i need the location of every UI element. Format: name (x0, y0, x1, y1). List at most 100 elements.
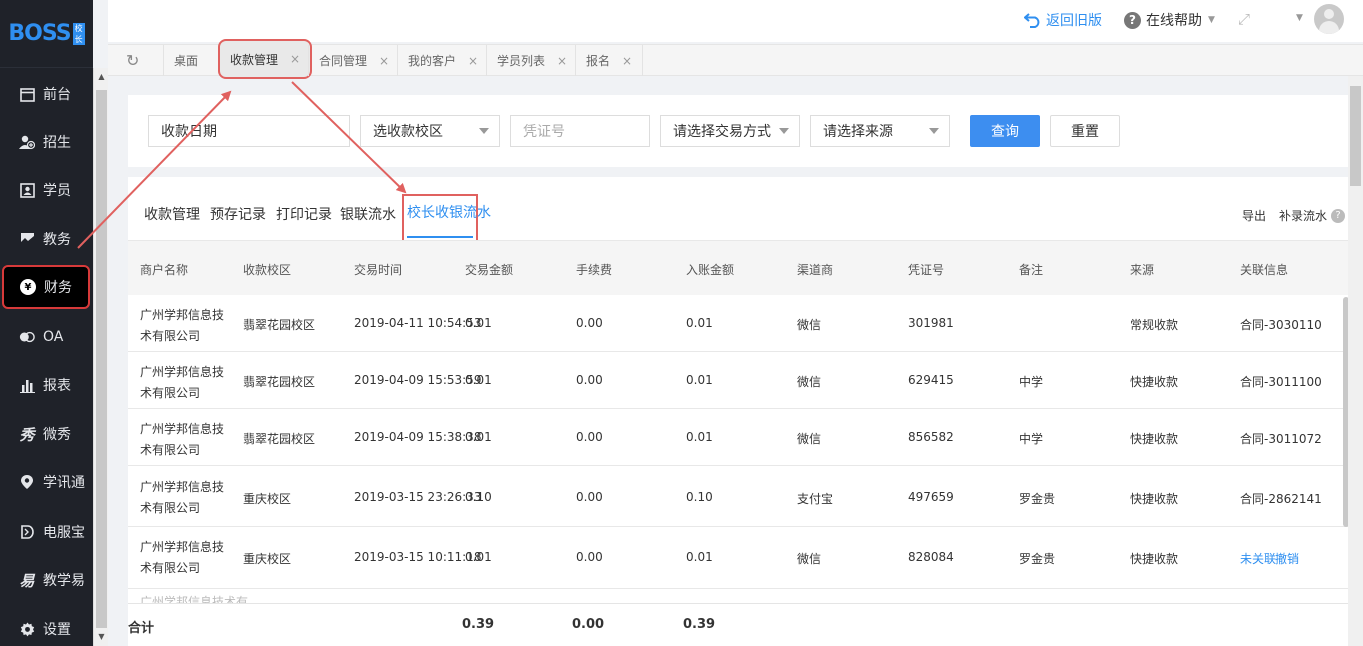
scroll-thumb[interactable] (1350, 86, 1361, 186)
scroll-up-icon[interactable]: ▲ (94, 70, 109, 84)
cell-source: 常规收款 (1130, 318, 1179, 332)
cell-note: 罗金贵 (1019, 492, 1056, 506)
logo-text: BOSS (8, 21, 71, 46)
tab-desktop[interactable]: 桌面 (163, 45, 208, 76)
tab-my-customers[interactable]: 我的客户 × (397, 45, 488, 76)
question-icon: ? (1331, 208, 1346, 223)
table-row[interactable]: 广州学邦信息技术有限公司 翡翠花园校区 2019-04-11 10:54:53 … (128, 295, 1348, 352)
subtab-prepaid-records[interactable]: 预存记录 (210, 204, 266, 224)
sidebar-item-reports[interactable]: 报表 (0, 363, 93, 407)
active-tab-underline (407, 236, 473, 238)
page-scrollbar[interactable] (1348, 76, 1363, 646)
export-button[interactable]: 导出 (1242, 207, 1266, 224)
unlinked-link[interactable]: 未关联 (1240, 550, 1276, 567)
sidebar-item-academic[interactable]: 教务 (0, 217, 93, 261)
sidebar-item-recruit[interactable]: 招生 (0, 120, 93, 164)
campus-select[interactable]: 选收款校区 (360, 115, 500, 147)
back-to-old-version-link[interactable]: 返回旧版 (1024, 10, 1102, 30)
refresh-icon[interactable]: ↻ (126, 51, 139, 70)
sidebar-item-finance[interactable]: ¥ 财务 (2, 265, 90, 309)
close-icon[interactable]: × (468, 54, 478, 68)
id-card-icon (19, 182, 35, 198)
sidebar-item-label: 学讯通 (43, 475, 85, 491)
sidebar-item-jiaoxueyi[interactable]: 易 教学易 (0, 558, 93, 602)
revoke-link[interactable]: 撤销 (1275, 550, 1299, 567)
cell-amount: 0.01 (465, 550, 492, 564)
column-header: 关联信息 (1240, 263, 1289, 277)
cell-voucher: 856582 (908, 430, 954, 444)
scroll-thumb[interactable] (96, 90, 107, 628)
chevron-down-icon (479, 128, 489, 134)
chevron-down-icon[interactable]: ▼ (1296, 13, 1303, 23)
sidebar-item-weixiu[interactable]: 秀 微秀 (0, 412, 93, 456)
tab-payment-management[interactable]: 收款管理 × (218, 39, 313, 79)
sidebar-scrollbar[interactable]: ▲ ▼ (93, 68, 108, 646)
supplement-flow-button[interactable]: 补录流水? (1279, 207, 1346, 224)
tab-contract-management[interactable]: 合同管理 × (308, 45, 399, 76)
table-header: 商户名称 收款校区 交易时间 交易金额 手续费 入账金额 渠道商 凭证号 备注 … (128, 240, 1348, 295)
filter-panel: 收款日期 选收款校区 凭证号 请选择交易方式 请选择来源 查询 重置 (128, 95, 1355, 167)
table-row[interactable]: 广州学邦信息技术有限公司 翡翠花园校区 2019-04-09 15:53:59 … (128, 352, 1348, 409)
page-tabs-bar: ↻ 桌面 收款管理 × 合同管理 × 我的客户 × 学员列表 × 报名 × (108, 39, 1363, 79)
subtab-payment-management[interactable]: 收款管理 (144, 204, 200, 224)
online-help-dropdown[interactable]: ? 在线帮助 ▼ (1124, 10, 1215, 30)
cell-fee: 0.00 (576, 550, 603, 564)
cell-time: 2019-03-15 10:11:18 (354, 550, 482, 564)
query-button[interactable]: 查询 (970, 115, 1040, 147)
back-label: 返回旧版 (1046, 13, 1102, 29)
add-user-icon (19, 134, 35, 150)
sidebar-item-oa[interactable]: OA (0, 315, 93, 359)
cell-merchant: 广州学邦信息技术有限公司 (140, 480, 225, 515)
tab-student-list[interactable]: 学员列表 × (486, 45, 577, 76)
cell-fee: 0.00 (576, 430, 603, 444)
chevron-down-icon (779, 128, 789, 134)
sidebar-item-label: 招生 (43, 135, 71, 151)
sidebar-item-front-desk[interactable]: 前台 (0, 72, 93, 116)
sidebar: BOSS 校长 前台 招生 学员 教务 ¥ 财务 OA 报表 秀 微秀 学讯通 电… (0, 0, 93, 646)
table-footer-total: 合计 0.39 0.00 0.39 (128, 603, 1348, 646)
tab-label: 学员列表 (497, 54, 546, 68)
cell-amount: 0.01 (465, 316, 492, 330)
subtab-print-records[interactable]: 打印记录 (276, 204, 332, 224)
close-icon[interactable]: × (290, 52, 300, 66)
scroll-down-icon[interactable]: ▼ (94, 630, 109, 644)
column-header: 收款校区 (243, 263, 292, 277)
sidebar-item-label: 教务 (43, 232, 71, 248)
cell-fee: 0.00 (576, 316, 603, 330)
close-icon[interactable]: × (557, 54, 567, 68)
sidebar-item-label: 学员 (43, 183, 71, 199)
tab-enrollment[interactable]: 报名 × (575, 45, 644, 76)
question-icon: ? (1124, 11, 1141, 29)
voucher-placeholder: 凭证号 (523, 124, 565, 140)
phone-icon (19, 524, 35, 540)
cell-link: 合同-2862141 (1240, 492, 1322, 506)
fullscreen-icon[interactable]: ⤢ (1238, 10, 1250, 28)
cell-merchant: 广州学邦信息技术有限公司 (140, 540, 225, 575)
cell-link: 合同-3030110 (1240, 318, 1322, 332)
close-icon[interactable]: × (379, 54, 389, 68)
column-header: 入账金额 (686, 263, 735, 277)
table-row-partial: 广州学邦信息技术有 (128, 589, 1348, 603)
reset-button[interactable]: 重置 (1050, 115, 1120, 147)
table-row[interactable]: 广州学邦信息技术有限公司 重庆校区 2019-03-15 23:26:33 0.… (128, 467, 1348, 527)
payment-date-input[interactable]: 收款日期 (148, 115, 350, 147)
cell-net: 0.10 (686, 490, 713, 504)
voucher-input[interactable]: 凭证号 (510, 115, 650, 147)
subtab-unionpay-flow[interactable]: 银联流水 (340, 204, 396, 224)
payment-type-select[interactable]: 请选择交易方式 (660, 115, 800, 147)
cell-net: 0.01 (686, 373, 713, 387)
avatar[interactable] (1314, 4, 1344, 34)
sidebar-item-students[interactable]: 学员 (0, 168, 93, 212)
cell-voucher: 497659 (908, 490, 954, 504)
sidebar-item-settings[interactable]: 设置 (0, 607, 93, 646)
logo[interactable]: BOSS 校长 (0, 0, 93, 68)
table-row[interactable]: 广州学邦信息技术有限公司 重庆校区 2019-03-15 10:11:18 0.… (128, 527, 1348, 589)
source-select[interactable]: 请选择来源 (810, 115, 950, 147)
subtab-principal-cashier-flow[interactable]: 校长收银流水 (407, 202, 491, 222)
table-row[interactable]: 广州学邦信息技术有限公司 翡翠花园校区 2019-04-09 15:38:38 … (128, 409, 1348, 466)
sidebar-item-label: 前台 (43, 87, 71, 103)
cell-merchant: 广州学邦信息技术有限公司 (140, 308, 225, 343)
sidebar-item-xuexuntong[interactable]: 学讯通 (0, 460, 93, 504)
close-icon[interactable]: × (622, 54, 632, 68)
sidebar-item-dianfubao[interactable]: 电服宝 (0, 510, 93, 554)
